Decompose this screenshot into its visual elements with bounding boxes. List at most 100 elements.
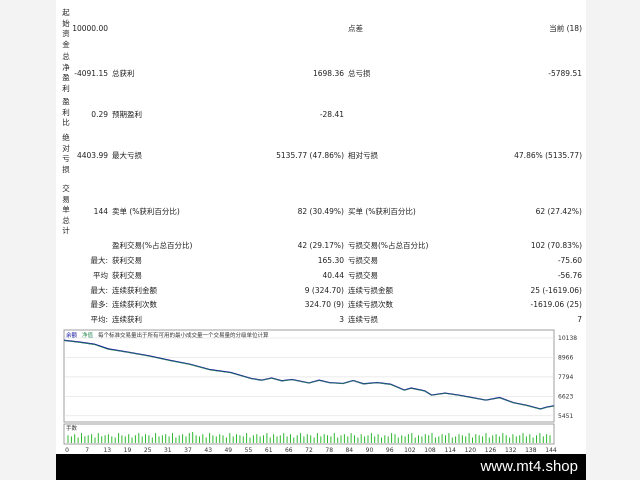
volume-bar	[512, 434, 514, 443]
volume-bar	[327, 435, 328, 443]
stats-left-label: 获利交易	[112, 256, 142, 265]
net-profit-value: -4091.15	[74, 69, 108, 78]
profit-factor-value: 0.29	[91, 110, 108, 119]
profit-factor-label: 盈利比	[62, 97, 70, 127]
volume-bar	[134, 435, 136, 443]
volume-bar	[118, 433, 120, 443]
volume-bar	[131, 437, 133, 443]
volume-bar	[313, 437, 315, 443]
volume-bar	[107, 434, 109, 443]
stats-left-value: 42 (29.17%)	[297, 241, 344, 250]
volume-bar	[525, 436, 527, 443]
y-tick-label: 6623	[558, 393, 573, 400]
y-tick-label: 8966	[558, 354, 573, 361]
volume-bar	[306, 434, 308, 443]
initial-deposit-value: 10000.00	[72, 24, 108, 33]
stats-left-value: 165.30	[317, 256, 344, 265]
volume-bar	[121, 435, 123, 443]
volume-bar	[94, 437, 96, 443]
volume-bar	[475, 434, 477, 443]
volume-bar	[151, 437, 153, 443]
y-tick-label: 10138	[558, 335, 577, 342]
volume-bar	[236, 434, 237, 443]
volume-bar	[293, 437, 295, 443]
volume-bar	[546, 434, 548, 443]
volume-bar	[124, 436, 126, 443]
x-tick-label: 114	[444, 447, 456, 454]
x-tick-label: 78	[325, 447, 333, 454]
volume-bar	[374, 436, 376, 443]
volume-bar	[111, 436, 113, 443]
x-tick-label: 55	[245, 447, 253, 454]
volume-bar	[242, 436, 244, 443]
x-tick-label: 49	[224, 447, 232, 454]
volume-bar	[101, 436, 103, 443]
volume-bar	[195, 435, 197, 443]
volume-bar	[451, 437, 453, 443]
x-tick-label: 132	[505, 447, 517, 454]
stats-right-value: 7	[577, 315, 582, 324]
short-positions-value: 82 (30.49%)	[297, 207, 344, 216]
volume-bar	[276, 436, 278, 443]
volume-bar	[225, 437, 227, 443]
volume-bar	[354, 435, 355, 443]
volume-bar	[185, 436, 187, 443]
volume-bar	[542, 436, 544, 443]
volume-bar	[421, 436, 423, 443]
volume-bar	[202, 434, 204, 443]
volume-bar	[286, 436, 288, 443]
stats-right-label: 亏损交易(%占总百分比)	[348, 241, 429, 250]
volume-bar	[502, 433, 504, 443]
x-tick-label: 0	[65, 447, 69, 454]
abs-drawdown-label: 绝对亏损	[62, 133, 70, 174]
volume-bar	[219, 434, 221, 443]
volume-bar	[114, 437, 116, 443]
volume-bar	[323, 434, 325, 443]
volume-bar	[209, 433, 211, 443]
volume-bar	[401, 435, 403, 443]
volume-bar	[448, 433, 450, 443]
volume-bar	[411, 433, 413, 443]
rel-drawdown-label: 相对亏损	[348, 151, 378, 160]
volume-bar	[249, 437, 251, 443]
volume-bar	[178, 435, 180, 443]
volume-bar	[478, 435, 480, 443]
volume-bar	[381, 437, 382, 443]
x-tick-label: 102	[404, 447, 416, 454]
volume-bar	[320, 436, 322, 443]
volume-bar	[539, 433, 541, 443]
volume-bar	[310, 435, 312, 443]
gross-loss-label: 总亏损	[348, 69, 371, 78]
volume-bar	[397, 437, 399, 443]
stats-left-value: 3	[339, 315, 344, 324]
x-tick-label: 120	[465, 447, 477, 454]
volume-bar	[205, 437, 207, 443]
volume-bar	[192, 432, 194, 443]
gross-loss-value: -5789.51	[548, 69, 582, 78]
volume-bar	[472, 437, 473, 443]
volume-bar	[367, 435, 369, 443]
volume-bar	[549, 435, 551, 443]
volume-bar	[488, 437, 490, 443]
stats-right-label: 连续亏损次数	[348, 300, 393, 309]
gross-profit-value: 1698.36	[312, 69, 344, 78]
volume-bar	[536, 435, 537, 443]
stats-prefix: 最大:	[90, 286, 108, 295]
volume-bar	[256, 434, 258, 443]
volume-bar	[246, 433, 248, 443]
volume-bar	[199, 436, 200, 443]
stats-right-value: 102 (70.83%)	[530, 241, 582, 250]
volume-bar	[303, 436, 305, 443]
plot-frame	[63, 329, 555, 423]
x-tick-label: 13	[103, 447, 111, 454]
volume-bar	[428, 435, 430, 443]
volume-bar	[87, 435, 89, 443]
volume-bar	[485, 433, 487, 443]
stats-right-label: 亏损交易	[348, 271, 378, 280]
stats-prefix: 最多:	[90, 300, 108, 309]
x-tick-label: 43	[204, 447, 212, 454]
stats-right-label: 亏损交易	[348, 256, 378, 265]
stats-left-label: 连续获利金额	[112, 286, 157, 295]
volume-bar	[165, 434, 167, 443]
volume-bar	[505, 435, 507, 443]
